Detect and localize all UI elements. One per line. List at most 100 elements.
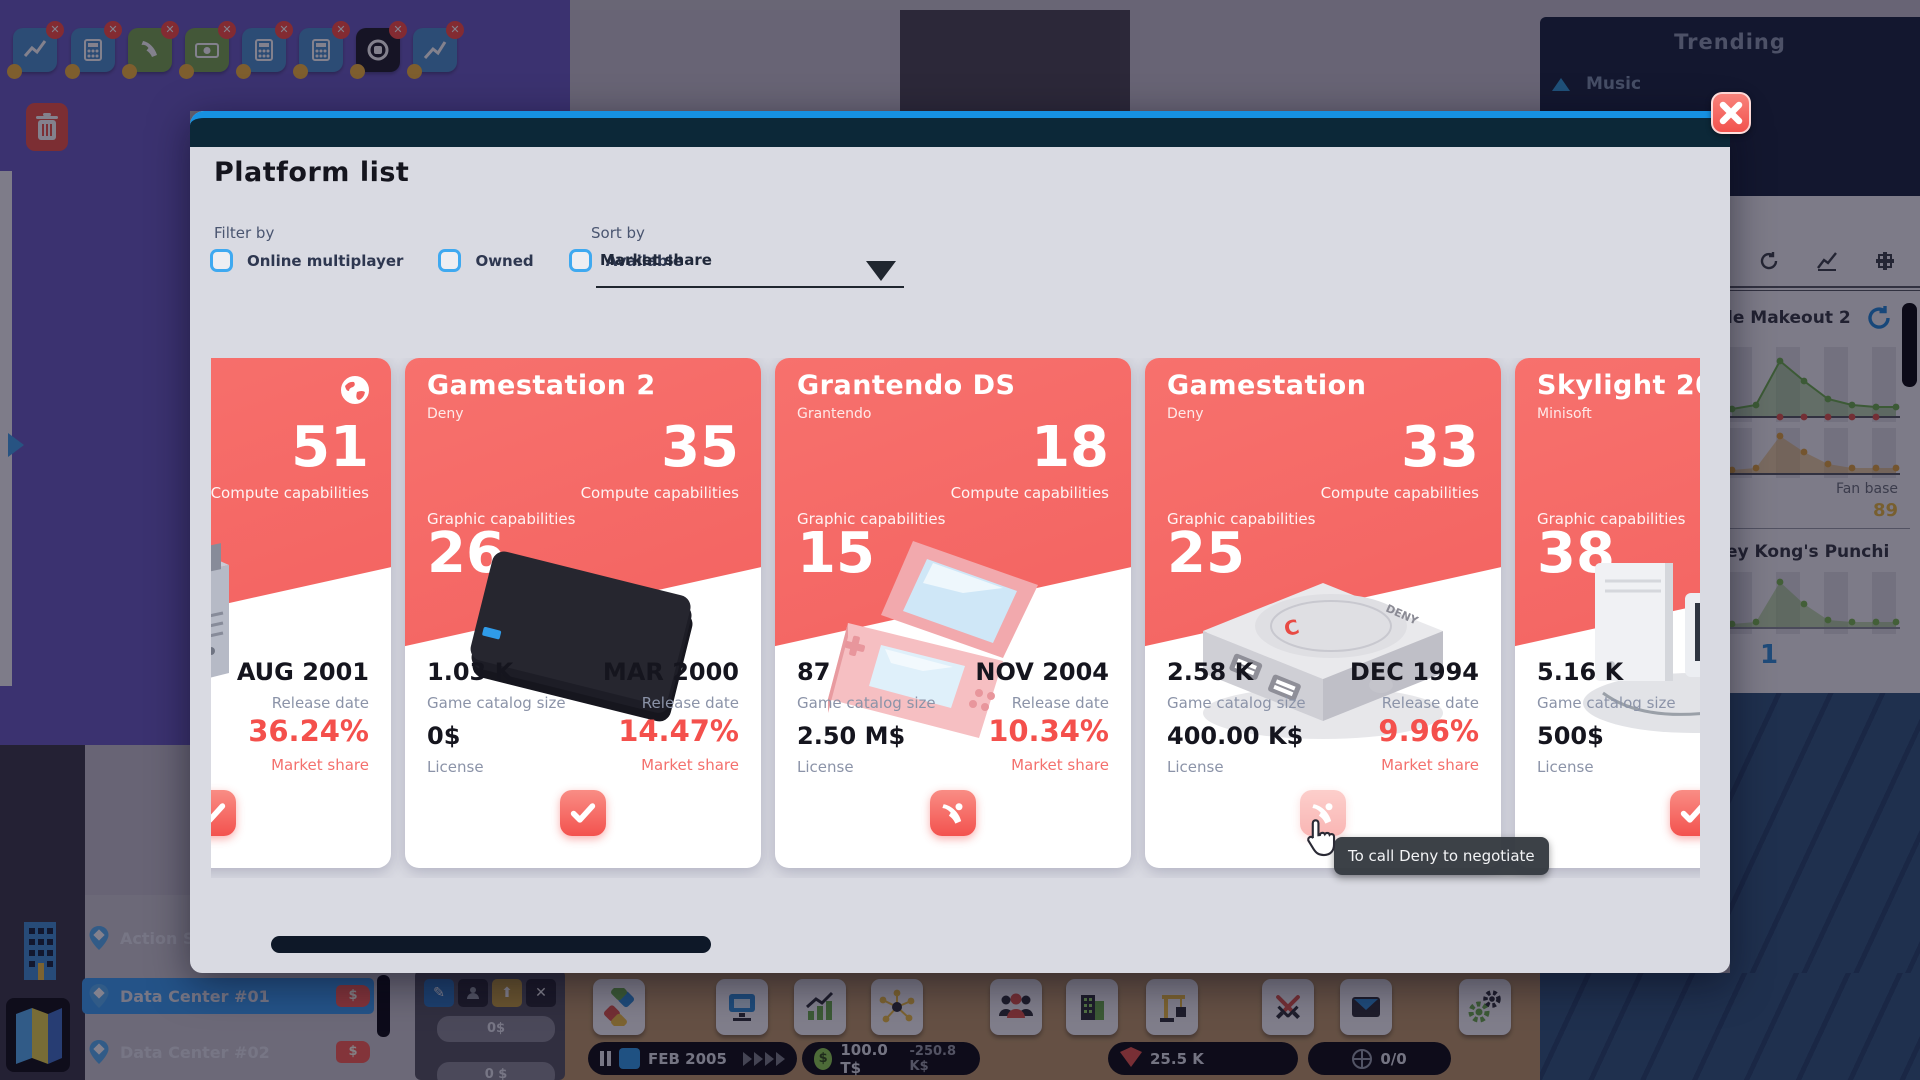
close-badge-icon[interactable]: ✕ [389, 21, 407, 39]
toolbar-chart-button-2[interactable]: ✕ [413, 28, 457, 72]
cost-badge: $ [336, 1041, 370, 1063]
map-nav-button[interactable] [6, 998, 70, 1072]
demolish-button[interactable]: ✕ [526, 979, 556, 1007]
staff-button[interactable] [458, 979, 488, 1007]
close-button[interactable] [1711, 92, 1751, 134]
release-value: AUG 2001 [237, 658, 369, 686]
close-badge-icon[interactable]: ✕ [275, 21, 293, 39]
market-share-label: Market share [271, 756, 369, 774]
platform-maker: Deny [1167, 406, 1204, 422]
toolbar-calc-button-1[interactable]: ✕ [71, 28, 115, 72]
toolbar-camera-button[interactable]: ✕ [356, 28, 400, 72]
banknote-icon [193, 36, 221, 64]
checkbox-box[interactable] [210, 249, 233, 272]
toolbar-chart-button[interactable]: ✕ [13, 28, 57, 72]
compute-label: Compute capabilities [951, 484, 1109, 502]
pause-icon[interactable] [600, 1051, 611, 1066]
time-control-pill[interactable]: FEB 2005 [588, 1042, 797, 1075]
platform-card[interactable]: Gamestation Deny 33 Compute capabilities… [1145, 358, 1501, 868]
close-badge-icon[interactable]: ✕ [218, 21, 236, 39]
edit-button[interactable]: ✎ [424, 979, 454, 1007]
sidebar-scrollbar[interactable] [377, 975, 390, 1037]
building-icon [12, 918, 68, 984]
stats-menu-button[interactable] [794, 979, 846, 1035]
phone-icon [938, 798, 968, 828]
checkbox-box[interactable] [438, 249, 461, 272]
filter-checkbox[interactable]: Owned [438, 249, 533, 272]
filter-checkbox[interactable]: Online multiplayer [210, 249, 403, 272]
checkbox-box[interactable] [569, 249, 592, 272]
refresh-icon[interactable] [1758, 250, 1780, 272]
close-badge-icon[interactable]: ✕ [104, 21, 122, 39]
money-pill: $ 100.0 T$ -250.8 K$ [802, 1042, 980, 1075]
card-action-button[interactable] [211, 790, 236, 836]
mail-menu-button[interactable] [1340, 979, 1392, 1035]
speed-indicator[interactable] [619, 1048, 640, 1069]
fast-forward-icon[interactable] [743, 1052, 785, 1066]
close-badge-icon[interactable]: ✕ [446, 21, 464, 39]
studios-nav-button[interactable] [12, 918, 68, 988]
chevron-down-icon[interactable] [866, 261, 896, 281]
refresh-game-button[interactable] [1864, 303, 1894, 337]
phone-icon [137, 37, 163, 63]
upgrade-button[interactable]: ⬆ [492, 979, 522, 1007]
sidebar-item[interactable]: Data Center #02 $ [82, 1034, 374, 1070]
side-panel-scrollbar[interactable] [1902, 303, 1917, 387]
close-badge-icon[interactable]: ✕ [332, 21, 350, 39]
buildings-menu-button[interactable] [1066, 979, 1118, 1035]
platform-card[interactable]: 51 Compute capabilities GS2 [211, 358, 391, 868]
construction-menu-button[interactable] [1146, 979, 1198, 1035]
close-badge-icon[interactable]: ✕ [46, 21, 64, 39]
catalog-label: Game catalog size [1537, 694, 1676, 712]
sort-select[interactable]: Market share [600, 251, 712, 269]
release-label: Release date [272, 694, 369, 712]
sidebar-item[interactable]: Data Center #01 $ [82, 978, 374, 1014]
network-icon [878, 988, 916, 1026]
game-date: FEB 2005 [648, 1050, 727, 1068]
settings-menu-button[interactable] [1459, 979, 1511, 1035]
dev-menu-button[interactable] [716, 979, 768, 1035]
mail-icon [1348, 989, 1384, 1025]
platform-maker: Deny [427, 406, 464, 422]
check-icon [211, 798, 228, 828]
sidebar-item-label: Data Center #02 [120, 1043, 270, 1062]
money-icon: $ [814, 1048, 832, 1070]
platform-card[interactable]: Skylight 2000 Minisoft Graphic capabilit… [1515, 358, 1700, 868]
trash-button[interactable] [26, 103, 68, 151]
trending-item-music[interactable]: Music [1552, 74, 1641, 94]
staff-menu-button[interactable] [990, 979, 1042, 1035]
toolbar-cash-button[interactable]: ✕ [185, 28, 229, 72]
close-badge-icon[interactable]: ✕ [161, 21, 179, 39]
card-action-button[interactable] [1670, 790, 1700, 836]
stats-icon[interactable] [1816, 250, 1838, 272]
platform-maker: Grantendo [797, 406, 871, 422]
toolbar-calc-button-3[interactable]: ✕ [299, 28, 343, 72]
platform-name: Skylight 2000 [1537, 370, 1700, 401]
card-action-button[interactable] [560, 790, 606, 836]
cards-scrollbar[interactable] [271, 936, 711, 953]
platform-card[interactable]: Grantendo DS Grantendo 18 Compute capabi… [775, 358, 1131, 868]
competition-menu-button[interactable] [1262, 979, 1314, 1035]
modal-header[interactable] [190, 111, 1730, 147]
settings-icon[interactable] [1874, 250, 1896, 272]
side-panel-toolbar[interactable] [1758, 250, 1896, 272]
alert-badge-icon [407, 64, 422, 79]
sales-chart-green [1728, 347, 1900, 422]
line-chart-icon [421, 36, 449, 64]
games-menu-button[interactable] [593, 979, 645, 1035]
map-pin-icon [88, 1039, 110, 1065]
platform-name: Grantendo DS [797, 370, 1016, 401]
expand-arrow-icon[interactable] [8, 433, 24, 457]
money-value: 100.0 T$ [840, 1041, 901, 1077]
gamepad-icon [600, 988, 638, 1026]
checkbox-label: Owned [475, 252, 533, 270]
catalog-value: 1.03 K [427, 658, 513, 686]
card-action-button[interactable] [930, 790, 976, 836]
platform-card[interactable]: Gamestation 2 Deny 35 Compute capabiliti… [405, 358, 761, 868]
toolbar-calc-button-2[interactable]: ✕ [242, 28, 286, 72]
game-name-1: le Makeout 2 [1727, 308, 1851, 328]
license-label: License [1167, 758, 1224, 776]
cost-badge: $ [336, 985, 370, 1007]
toolbar-phone-button[interactable]: ✕ [128, 28, 172, 72]
network-menu-button[interactable] [871, 979, 923, 1035]
